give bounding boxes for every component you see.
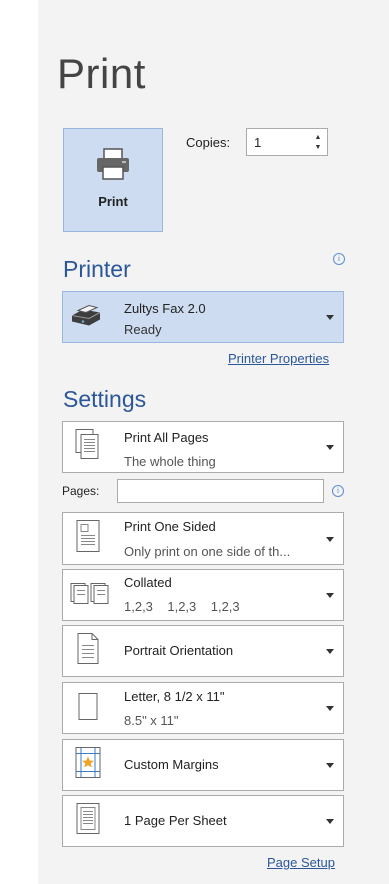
- printer-properties-link[interactable]: Printer Properties: [228, 351, 329, 366]
- portrait-icon: [73, 632, 103, 671]
- printer-icon: [94, 147, 134, 188]
- orientation-dropdown[interactable]: Portrait Orientation: [62, 625, 344, 677]
- settings-heading: Settings: [63, 386, 147, 412]
- pages-info-icon[interactable]: i: [332, 485, 344, 497]
- pages-per-sheet-icon: [73, 802, 103, 841]
- copies-increment-icon[interactable]: ▲: [313, 134, 323, 141]
- print-range-title: Print All Pages: [124, 430, 209, 445]
- chevron-down-icon: [326, 819, 334, 824]
- pages-label: Pages:: [62, 484, 100, 498]
- pages-per-sheet-dropdown[interactable]: 1 Page Per Sheet: [62, 795, 344, 847]
- pages-per-sheet-title: 1 Page Per Sheet: [124, 813, 227, 828]
- chevron-down-icon: [326, 706, 334, 711]
- sides-subtitle: Only print on one side of th...: [124, 544, 291, 559]
- sides-title: Print One Sided: [124, 519, 216, 534]
- copies-stepper[interactable]: 1 ▲ ▼: [246, 128, 328, 156]
- margins-title: Custom Margins: [124, 757, 219, 772]
- fax-printer-icon: [69, 302, 103, 333]
- chevron-down-icon: [326, 593, 334, 598]
- copies-value[interactable]: 1: [254, 135, 261, 150]
- chevron-down-icon: [326, 315, 334, 320]
- orientation-title: Portrait Orientation: [124, 643, 234, 658]
- pages-input[interactable]: [117, 479, 324, 503]
- printer-info-icon[interactable]: i: [333, 253, 345, 265]
- paper-size-title: Letter, 8 1/2 x 11": [124, 689, 225, 704]
- chevron-down-icon: [326, 649, 334, 654]
- print-range-dropdown[interactable]: Print All Pages The whole thing: [62, 421, 344, 473]
- print-range-subtitle: The whole thing: [124, 454, 216, 469]
- printer-heading: Printer: [63, 256, 131, 282]
- paper-size-subtitle: 8.5" x 11": [124, 713, 179, 728]
- paper-size-dropdown[interactable]: Letter, 8 1/2 x 11" 8.5" x 11": [62, 682, 344, 734]
- pages-icon: [73, 428, 103, 467]
- printer-dropdown[interactable]: Zultys Fax 2.0 Ready: [62, 291, 344, 343]
- page-setup-link[interactable]: Page Setup: [267, 855, 335, 870]
- chevron-down-icon: [326, 445, 334, 450]
- collated-icon: [69, 578, 113, 613]
- sides-dropdown[interactable]: Print One Sided Only print on one side o…: [62, 512, 344, 565]
- collation-subtitle: 1,2,3 1,2,3 1,2,3: [124, 599, 240, 614]
- one-sided-icon: [73, 518, 103, 559]
- copies-decrement-icon[interactable]: ▼: [313, 144, 323, 151]
- collation-title: Collated: [124, 575, 172, 590]
- printer-status: Ready: [124, 322, 162, 337]
- margins-icon: [73, 746, 103, 785]
- page-title: Print: [57, 50, 146, 97]
- collation-dropdown[interactable]: Collated 1,2,3 1,2,3 1,2,3: [62, 569, 344, 621]
- margins-dropdown[interactable]: Custom Margins: [62, 739, 344, 791]
- printer-name: Zultys Fax 2.0: [124, 301, 206, 316]
- chevron-down-icon: [326, 763, 334, 768]
- print-button-label: Print: [98, 194, 128, 209]
- paper-size-icon: [73, 689, 103, 728]
- copies-label: Copies:: [186, 135, 231, 150]
- chevron-down-icon: [326, 536, 334, 542]
- print-button[interactable]: Print: [63, 128, 163, 232]
